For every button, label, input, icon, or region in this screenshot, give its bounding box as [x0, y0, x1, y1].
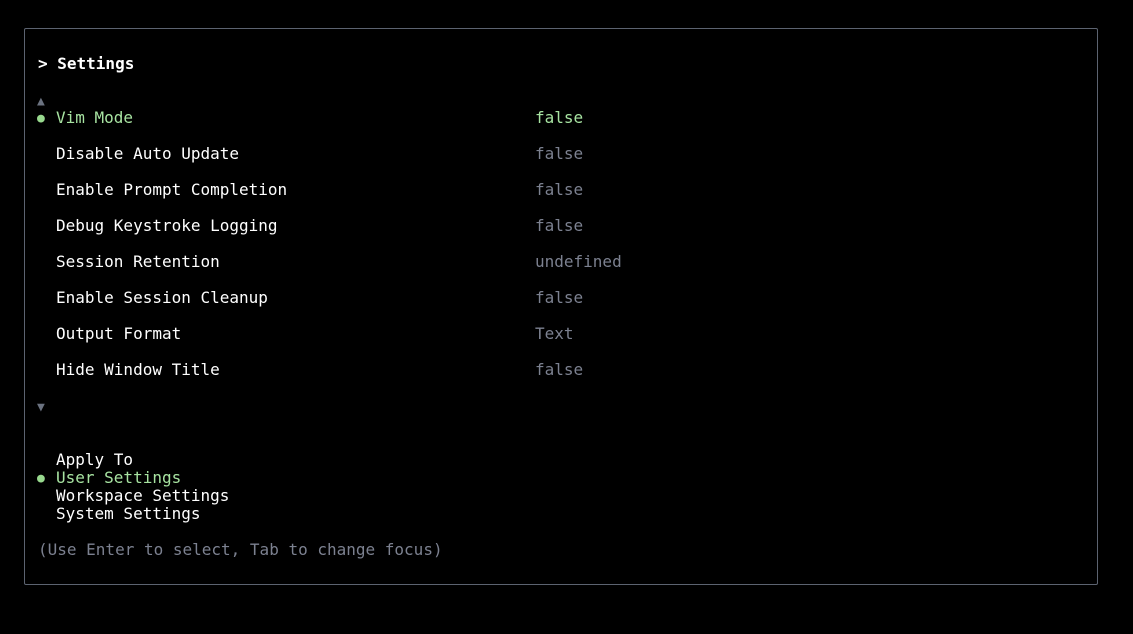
setting-value-vim-mode[interactable]: false — [535, 109, 583, 127]
setting-value-debug-keystroke-logging[interactable]: false — [535, 217, 583, 235]
setting-label-disable-auto-update[interactable]: Disable Auto Update — [56, 145, 239, 163]
scroll-up-icon[interactable]: ▲ — [37, 93, 45, 111]
setting-label-vim-mode[interactable]: Vim Mode — [56, 109, 133, 127]
scroll-down-icon[interactable]: ▼ — [37, 399, 45, 417]
setting-label-debug-keystroke-logging[interactable]: Debug Keystroke Logging — [56, 217, 278, 235]
setting-label-hide-window-title[interactable]: Hide Window Title — [56, 361, 220, 379]
apply-to-option-user-settings[interactable]: User Settings — [56, 469, 181, 487]
setting-label-enable-prompt-completion[interactable]: Enable Prompt Completion — [56, 181, 287, 199]
help-hint: (Use Enter to select, Tab to change focu… — [38, 540, 443, 559]
selected-bullet-icon: ● — [37, 111, 45, 126]
page-title: > Settings — [38, 54, 135, 73]
apply-to-option-workspace-settings[interactable]: Workspace Settings — [56, 487, 229, 505]
apply-to-option-system-settings[interactable]: System Settings — [56, 505, 201, 523]
setting-label-session-retention[interactable]: Session Retention — [56, 253, 220, 271]
apply-to-heading: Apply To — [56, 450, 134, 469]
setting-value-output-format[interactable]: Text — [535, 325, 574, 343]
setting-value-disable-auto-update[interactable]: false — [535, 145, 583, 163]
setting-label-enable-session-cleanup[interactable]: Enable Session Cleanup — [56, 289, 268, 307]
setting-value-enable-prompt-completion[interactable]: false — [535, 181, 583, 199]
setting-value-hide-window-title[interactable]: false — [535, 361, 583, 379]
apply-to-selected-bullet-icon: ● — [37, 471, 45, 486]
setting-label-output-format[interactable]: Output Format — [56, 325, 181, 343]
setting-value-enable-session-cleanup[interactable]: false — [535, 289, 583, 307]
setting-value-session-retention[interactable]: undefined — [535, 253, 622, 271]
